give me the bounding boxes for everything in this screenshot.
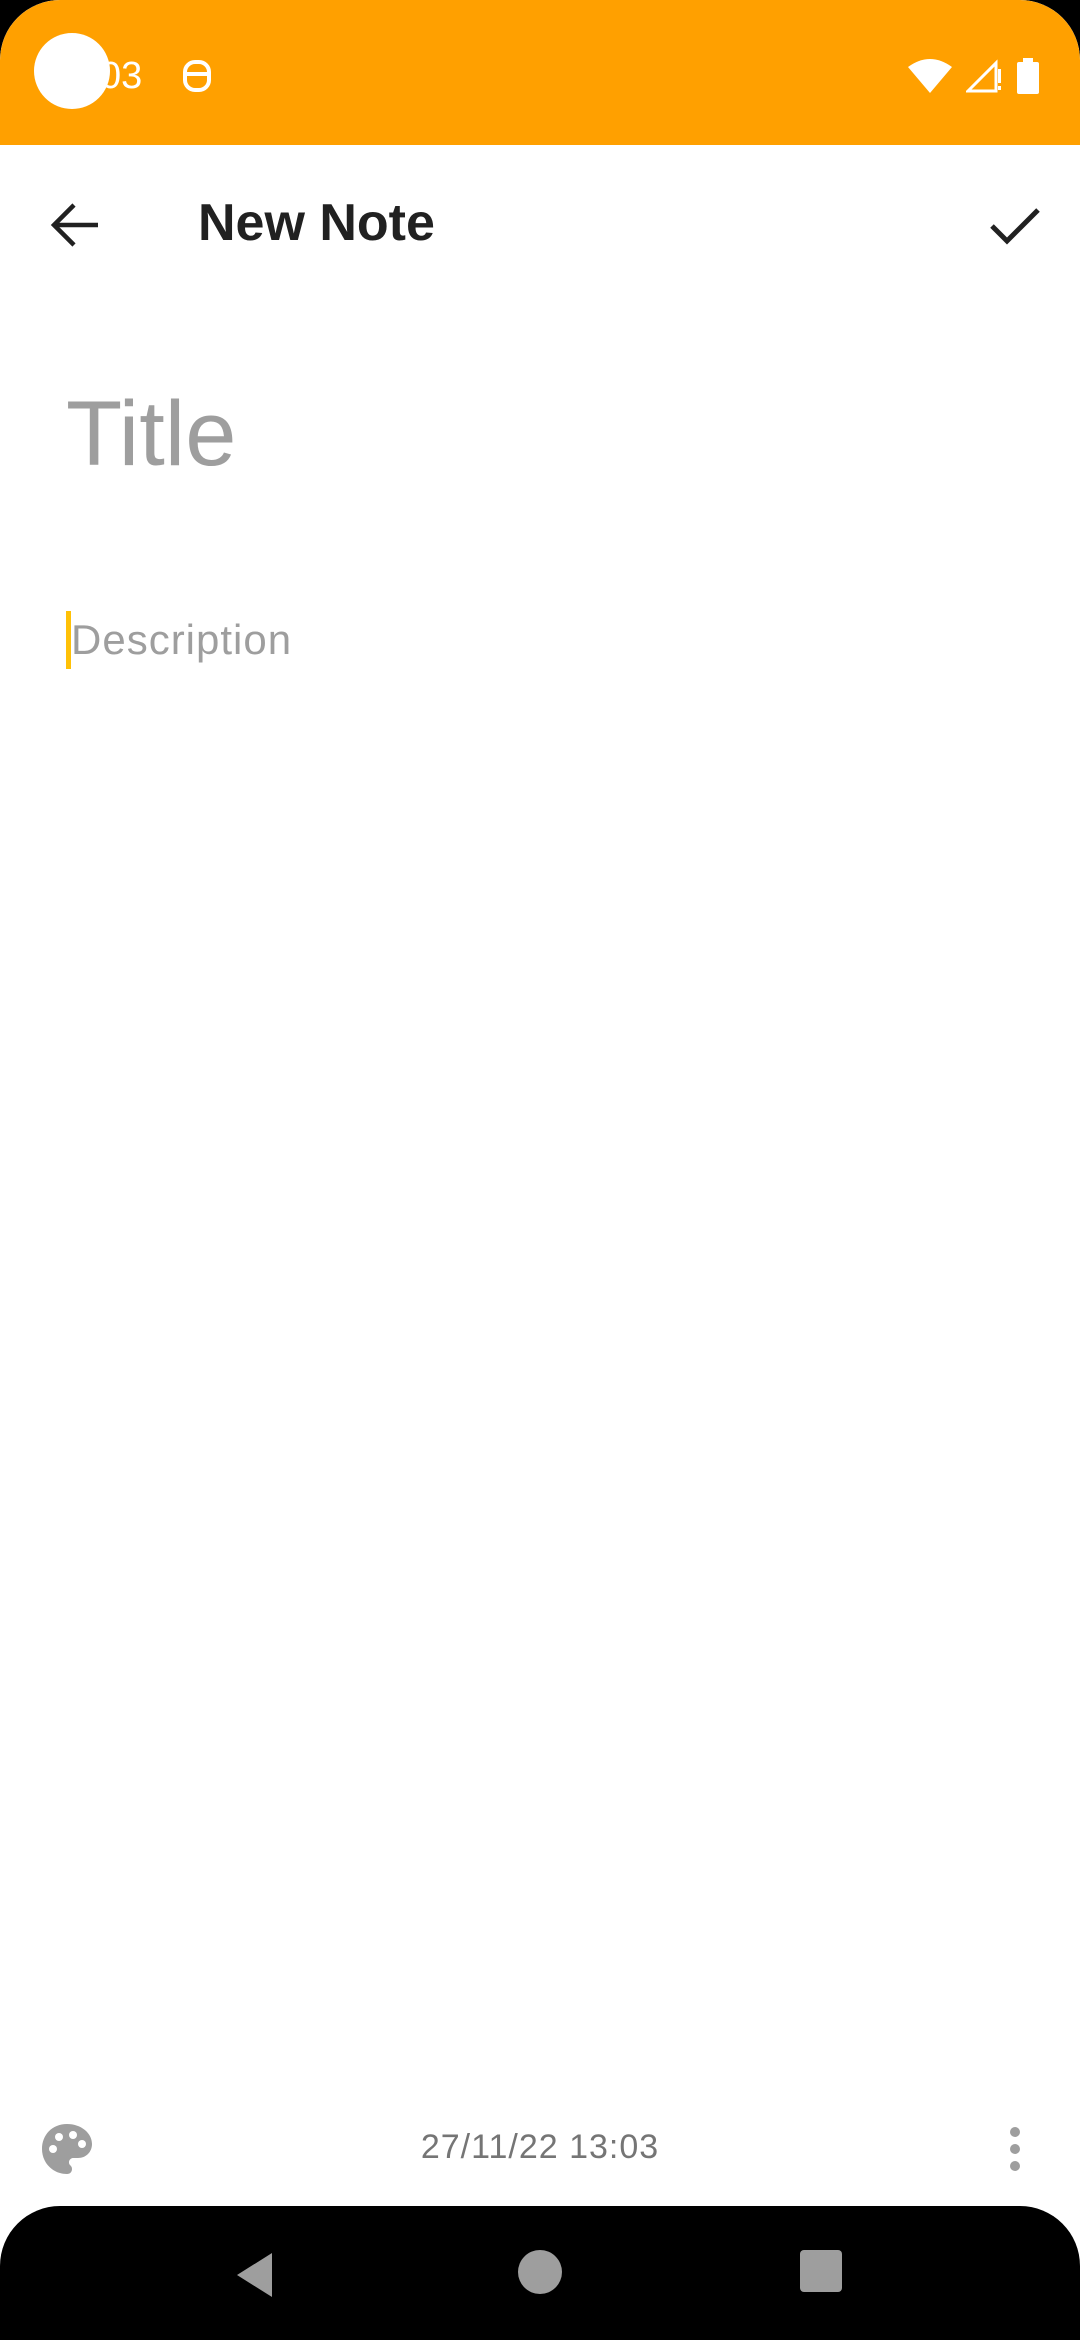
wifi-icon	[908, 59, 952, 93]
app-bar: New Note	[0, 145, 1080, 305]
battery-icon	[1017, 58, 1039, 94]
camera-cutout	[34, 33, 110, 109]
page-title: New Note	[198, 194, 435, 252]
note-editor-screen: 03 New Note Title Description 27/11/22 1…	[0, 0, 1080, 2340]
bottom-bar: 27/11/22 13:03	[0, 2100, 1080, 2206]
navigation-bar	[0, 2206, 1080, 2340]
signal-icon	[966, 59, 1001, 93]
description-input[interactable]: Description	[66, 610, 292, 670]
nav-back-icon[interactable]	[232, 2250, 282, 2300]
check-icon	[990, 208, 1040, 245]
more-options-button[interactable]	[990, 2116, 1040, 2182]
arrow-back-icon	[50, 203, 98, 247]
back-button[interactable]	[35, 185, 115, 265]
description-placeholder: Description	[71, 616, 293, 663]
status-time: 03	[100, 55, 143, 97]
notification-face-icon	[183, 60, 211, 92]
status-bar: 03	[0, 0, 1080, 145]
status-icons	[908, 54, 1040, 98]
nav-recents-icon[interactable]	[800, 2250, 842, 2292]
title-input[interactable]: Title	[66, 380, 236, 488]
note-date: 27/11/22 13:03	[420, 2128, 660, 2166]
nav-home-icon[interactable]	[518, 2250, 562, 2294]
save-button[interactable]	[972, 183, 1058, 269]
more-vert-icon	[1010, 2127, 1020, 2171]
